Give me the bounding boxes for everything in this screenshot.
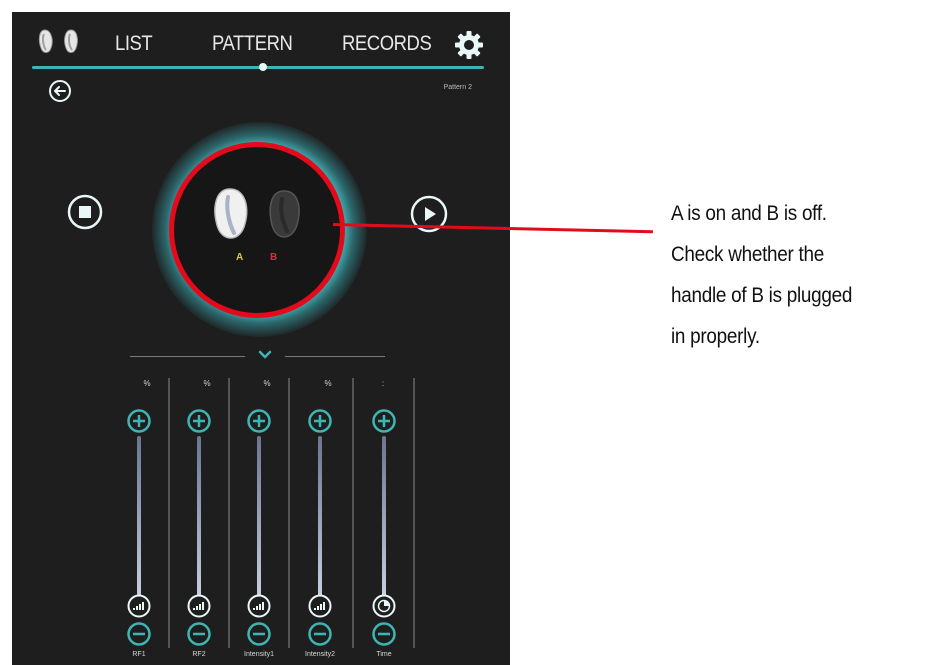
slider-track[interactable] <box>382 436 386 596</box>
minus-icon[interactable] <box>308 622 332 646</box>
signal-icon[interactable] <box>247 594 271 618</box>
tab-list[interactable]: LIST <box>115 32 153 56</box>
slider-unit: % <box>263 379 271 388</box>
signal-icon[interactable] <box>308 594 332 618</box>
nav-active-indicator <box>259 63 267 71</box>
signal-icon[interactable] <box>187 594 211 618</box>
annotation-line: in properly. <box>671 325 760 348</box>
column-separator <box>352 378 354 648</box>
minus-icon[interactable] <box>247 622 271 646</box>
tab-records[interactable]: RECORDS <box>342 32 432 56</box>
handles-logo-icon <box>38 29 78 53</box>
back-arrow-icon[interactable] <box>48 79 72 103</box>
clock-icon[interactable] <box>372 594 396 618</box>
handle-b-label: B <box>270 252 278 263</box>
slider-track[interactable] <box>137 436 141 596</box>
plus-icon[interactable] <box>127 409 151 433</box>
annotation-line: Check whether the <box>671 243 824 266</box>
minus-icon[interactable] <box>372 622 396 646</box>
plus-icon[interactable] <box>372 409 396 433</box>
slider-track[interactable] <box>318 436 322 596</box>
slider-track[interactable] <box>197 436 201 596</box>
signal-icon[interactable] <box>127 594 151 618</box>
slider-unit: % <box>324 379 332 388</box>
column-separator <box>288 378 290 648</box>
slider-track[interactable] <box>257 436 261 596</box>
slider-unit: : <box>381 379 385 388</box>
annotation-line: handle of B is plugged <box>671 284 853 307</box>
slider-label-rf1: RF1 <box>132 651 146 658</box>
slider-label-intensity2: Intensity2 <box>305 651 335 658</box>
chevron-down-icon[interactable] <box>258 350 272 360</box>
plus-icon[interactable] <box>187 409 211 433</box>
pattern-name: Pattern 2 <box>443 84 472 91</box>
slider-label-rf2: RF2 <box>192 651 206 658</box>
annotation-line: A is on and B is off. <box>671 202 827 225</box>
handle-status-icon <box>214 188 300 239</box>
minus-icon[interactable] <box>187 622 211 646</box>
nav-underline <box>32 66 484 69</box>
slider-unit: % <box>143 379 151 388</box>
minus-icon[interactable] <box>127 622 151 646</box>
slider-unit: % <box>203 379 211 388</box>
tab-pattern[interactable]: PATTERN <box>212 32 293 56</box>
divider-left <box>130 356 245 357</box>
plus-icon[interactable] <box>247 409 271 433</box>
slider-label-time: Time <box>376 651 392 658</box>
plus-icon[interactable] <box>308 409 332 433</box>
column-separator <box>228 378 230 648</box>
app-screen: LIST PATTERN RECORDS Pattern 2 A B % RF1… <box>12 12 510 665</box>
slider-label-intensity1: Intensity1 <box>244 651 274 658</box>
gear-icon[interactable] <box>454 30 484 60</box>
handle-a-label: A <box>236 252 244 263</box>
column-separator <box>413 378 415 648</box>
divider-right <box>285 356 385 357</box>
annotation-text: A is on and B is off. Check whether the … <box>671 193 910 357</box>
column-separator <box>168 378 170 648</box>
stop-icon[interactable] <box>67 194 103 230</box>
